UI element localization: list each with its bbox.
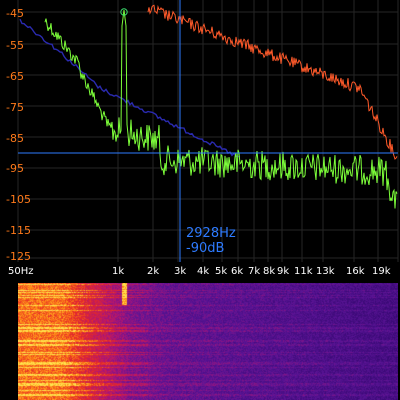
x-tick-label: 8k (263, 266, 276, 277)
x-tick-label: 9k (277, 266, 290, 277)
x-tick-label: 7k (248, 266, 261, 277)
x-tick-label: 16k (346, 266, 365, 277)
y-tick-label: -95 (6, 162, 24, 175)
y-tick-label: -105 (6, 193, 31, 206)
x-tick-label: 6k (231, 266, 244, 277)
x-tick-label: 3k (174, 266, 187, 277)
x-tick-label: 13k (316, 266, 335, 277)
x-tick-label: 50Hz (8, 266, 34, 277)
spectrogram-waterfall[interactable] (18, 283, 398, 400)
x-tick-label: 5k (215, 266, 228, 277)
y-tick-label: -45 (6, 7, 24, 20)
y-tick-label: -65 (6, 70, 24, 83)
x-tick-label: 4k (197, 266, 210, 277)
y-tick-label: -125 (6, 250, 31, 263)
x-tick-label: 2k (147, 266, 160, 277)
cursor-frequency-readout: 2928Hz (186, 226, 236, 241)
y-tick-label: -55 (6, 39, 24, 52)
cursor-level-readout: -90dB (186, 241, 225, 256)
y-tick-label: -85 (6, 132, 24, 145)
x-tick-label: 11k (294, 266, 313, 277)
x-tick-label: 1k (112, 266, 125, 277)
x-tick-label: 19k (372, 266, 391, 277)
y-tick-label: -115 (6, 224, 31, 237)
y-tick-label: -75 (6, 101, 24, 114)
audio-spectrum-analyzer: -45 -55 -65 -75 -85 -95 -105 -115 -125 5… (0, 0, 400, 400)
